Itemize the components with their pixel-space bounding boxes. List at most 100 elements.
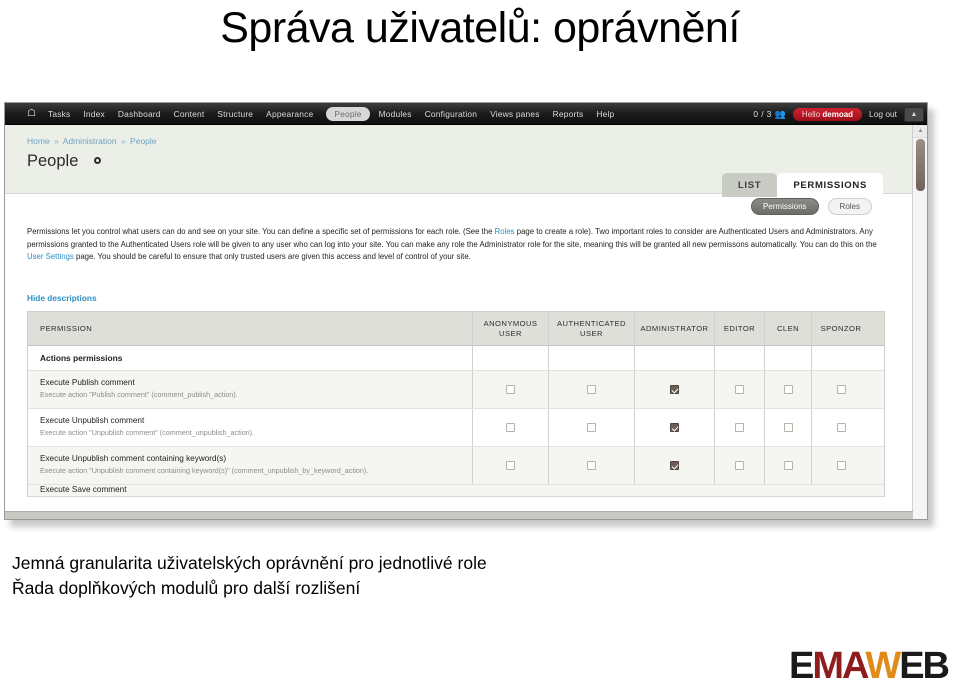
toolbar-item-configuration[interactable]: Configuration [425, 109, 477, 119]
help-description: Permissions let you control what users c… [27, 226, 885, 264]
chevron-up-icon[interactable]: ▲ [904, 106, 924, 122]
caption-line-1: Jemná granularita uživatelských oprávněn… [12, 553, 487, 573]
permission-checkbox-checked[interactable] [670, 423, 679, 432]
checkbox-cell-anonymous-user[interactable] [473, 447, 549, 484]
column-header-anonymous-user: ANONYMOUS USER [473, 312, 549, 345]
screenshot-frame: ☖ Tasks Index Dashboard Content Structur… [4, 102, 928, 520]
permission-checkbox[interactable] [506, 461, 515, 470]
tab-list[interactable]: LIST [721, 173, 778, 197]
checkbox-cell-anonymous-user[interactable] [473, 409, 549, 446]
greeting-badge: Hello demoad [792, 107, 863, 121]
logout-link[interactable]: Log out [869, 109, 897, 119]
permission-checkbox-checked[interactable] [670, 461, 679, 470]
permission-checkbox-checked[interactable] [670, 385, 679, 394]
user-count: 0 / 3 [753, 109, 772, 119]
checkbox-cell-editor[interactable] [715, 447, 765, 484]
table-header-row: PERMISSION ANONYMOUS USER AUTHENTICATED … [28, 312, 884, 346]
permission-checkbox[interactable] [836, 461, 846, 470]
table-row: Execute Unpublish comment Execute action… [28, 409, 884, 447]
checkbox-cell-sponzor[interactable] [812, 447, 870, 484]
permission-checkbox[interactable] [836, 385, 846, 394]
column-header-authenticated-user: AUTHENTICATED USER [549, 312, 635, 345]
permission-checkbox[interactable] [506, 385, 515, 394]
checkbox-cell-clen[interactable] [765, 409, 812, 446]
permission-checkbox[interactable] [735, 423, 744, 432]
toolbar-item-modules[interactable]: Modules [379, 109, 412, 119]
checkbox-cell-sponzor[interactable] [812, 371, 870, 408]
logo-part-ma: MA [812, 645, 867, 687]
section-spacer [473, 346, 549, 370]
emaweb-logo: EMAWEB [788, 645, 950, 687]
subtab-roles[interactable]: Roles [827, 198, 872, 215]
permission-checkbox[interactable] [587, 423, 596, 432]
permission-checkbox[interactable] [587, 385, 596, 394]
subtab-permissions[interactable]: Permissions [750, 198, 819, 215]
checkbox-cell-clen[interactable] [765, 371, 812, 408]
toolbar-item-help[interactable]: Help [596, 109, 614, 119]
scrollbar-thumb[interactable] [915, 139, 925, 191]
permission-checkbox[interactable] [735, 385, 744, 394]
tab-permissions[interactable]: PERMISSIONS [777, 173, 883, 197]
admin-toolbar: ☖ Tasks Index Dashboard Content Structur… [5, 103, 927, 125]
help-circle-icon[interactable] [93, 157, 101, 164]
page-header-band: Home » Administration » People People LI… [5, 125, 913, 197]
logo-part-eb: EB [899, 645, 950, 687]
toolbar-item-index[interactable]: Index [83, 109, 105, 119]
help-text-part1: Permissions let you control what users c… [27, 227, 495, 236]
greeting-prefix: Hello [801, 109, 823, 119]
breadcrumb-item-administration[interactable]: Administration [63, 136, 117, 146]
permission-checkbox[interactable] [506, 423, 515, 432]
permission-checkbox[interactable] [735, 461, 744, 470]
checkbox-cell-administrator[interactable] [635, 447, 715, 484]
toolbar-item-content[interactable]: Content [174, 109, 205, 119]
logo-part-e: E [788, 645, 814, 687]
users-icon[interactable]: 👥 [775, 109, 786, 120]
checkbox-cell-administrator[interactable] [635, 409, 715, 446]
checkbox-cell-administrator[interactable] [635, 371, 715, 408]
user-settings-link[interactable]: User Settings [27, 252, 74, 261]
section-title-actions-permissions: Actions permissions [28, 346, 473, 370]
permission-checkbox[interactable] [836, 423, 846, 432]
checkbox-cell-editor[interactable] [715, 371, 765, 408]
permission-checkbox[interactable] [783, 385, 793, 394]
checkbox-cell-editor[interactable] [715, 409, 765, 446]
checkbox-cell-authenticated-user[interactable] [549, 447, 635, 484]
permissions-table: PERMISSION ANONYMOUS USER AUTHENTICATED … [27, 311, 885, 497]
home-icon[interactable]: ☖ [27, 108, 36, 119]
checkbox-cell-authenticated-user[interactable] [549, 371, 635, 408]
checkbox-cell-anonymous-user[interactable] [473, 371, 549, 408]
toolbar-item-structure[interactable]: Structure [217, 109, 253, 119]
toolbar-item-people[interactable]: People [326, 106, 370, 121]
roles-link[interactable]: Roles [495, 227, 515, 236]
checkbox-cell-clen[interactable] [765, 447, 812, 484]
secondary-tabs: Permissions Roles [750, 198, 872, 215]
permission-name: Execute Unpublish comment containing key… [40, 454, 227, 463]
toolbar-item-reports[interactable]: Reports [553, 109, 584, 119]
vertical-scrollbar[interactable]: ▲ [912, 125, 927, 519]
toolbar-item-appearance[interactable]: Appearance [266, 109, 313, 119]
permission-description: Execute action "Publish comment" (commen… [40, 390, 238, 399]
viewport-bottom-band [5, 511, 913, 519]
slide-caption: Jemná granularita uživatelských oprávněn… [12, 551, 712, 601]
breadcrumb-item-home[interactable]: Home [27, 136, 50, 146]
checkbox-cell-authenticated-user[interactable] [549, 409, 635, 446]
greeting-user: demoad [822, 109, 854, 119]
toolbar-item-dashboard[interactable]: Dashboard [118, 109, 161, 119]
breadcrumb-item-people[interactable]: People [130, 136, 156, 146]
column-header-sponzor: SPONZOR [820, 323, 862, 333]
toolbar-item-tasks[interactable]: Tasks [48, 109, 70, 119]
toolbar-item-views-panes[interactable]: Views panes [490, 109, 540, 119]
permission-checkbox[interactable] [587, 461, 596, 470]
admin-page-title: People [27, 152, 101, 171]
section-spacer [635, 346, 715, 370]
hide-descriptions-link[interactable]: Hide descriptions [27, 293, 97, 303]
permission-name: Execute Unpublish comment [40, 416, 145, 425]
permission-checkbox[interactable] [783, 423, 793, 432]
checkbox-cell-sponzor[interactable] [812, 409, 870, 446]
permission-name: Execute Publish comment [40, 378, 135, 387]
permission-checkbox[interactable] [783, 461, 793, 470]
scroll-up-arrow-icon[interactable]: ▲ [913, 125, 927, 138]
section-spacer [549, 346, 635, 370]
column-header-administrator: ADMINISTRATOR [635, 312, 715, 345]
